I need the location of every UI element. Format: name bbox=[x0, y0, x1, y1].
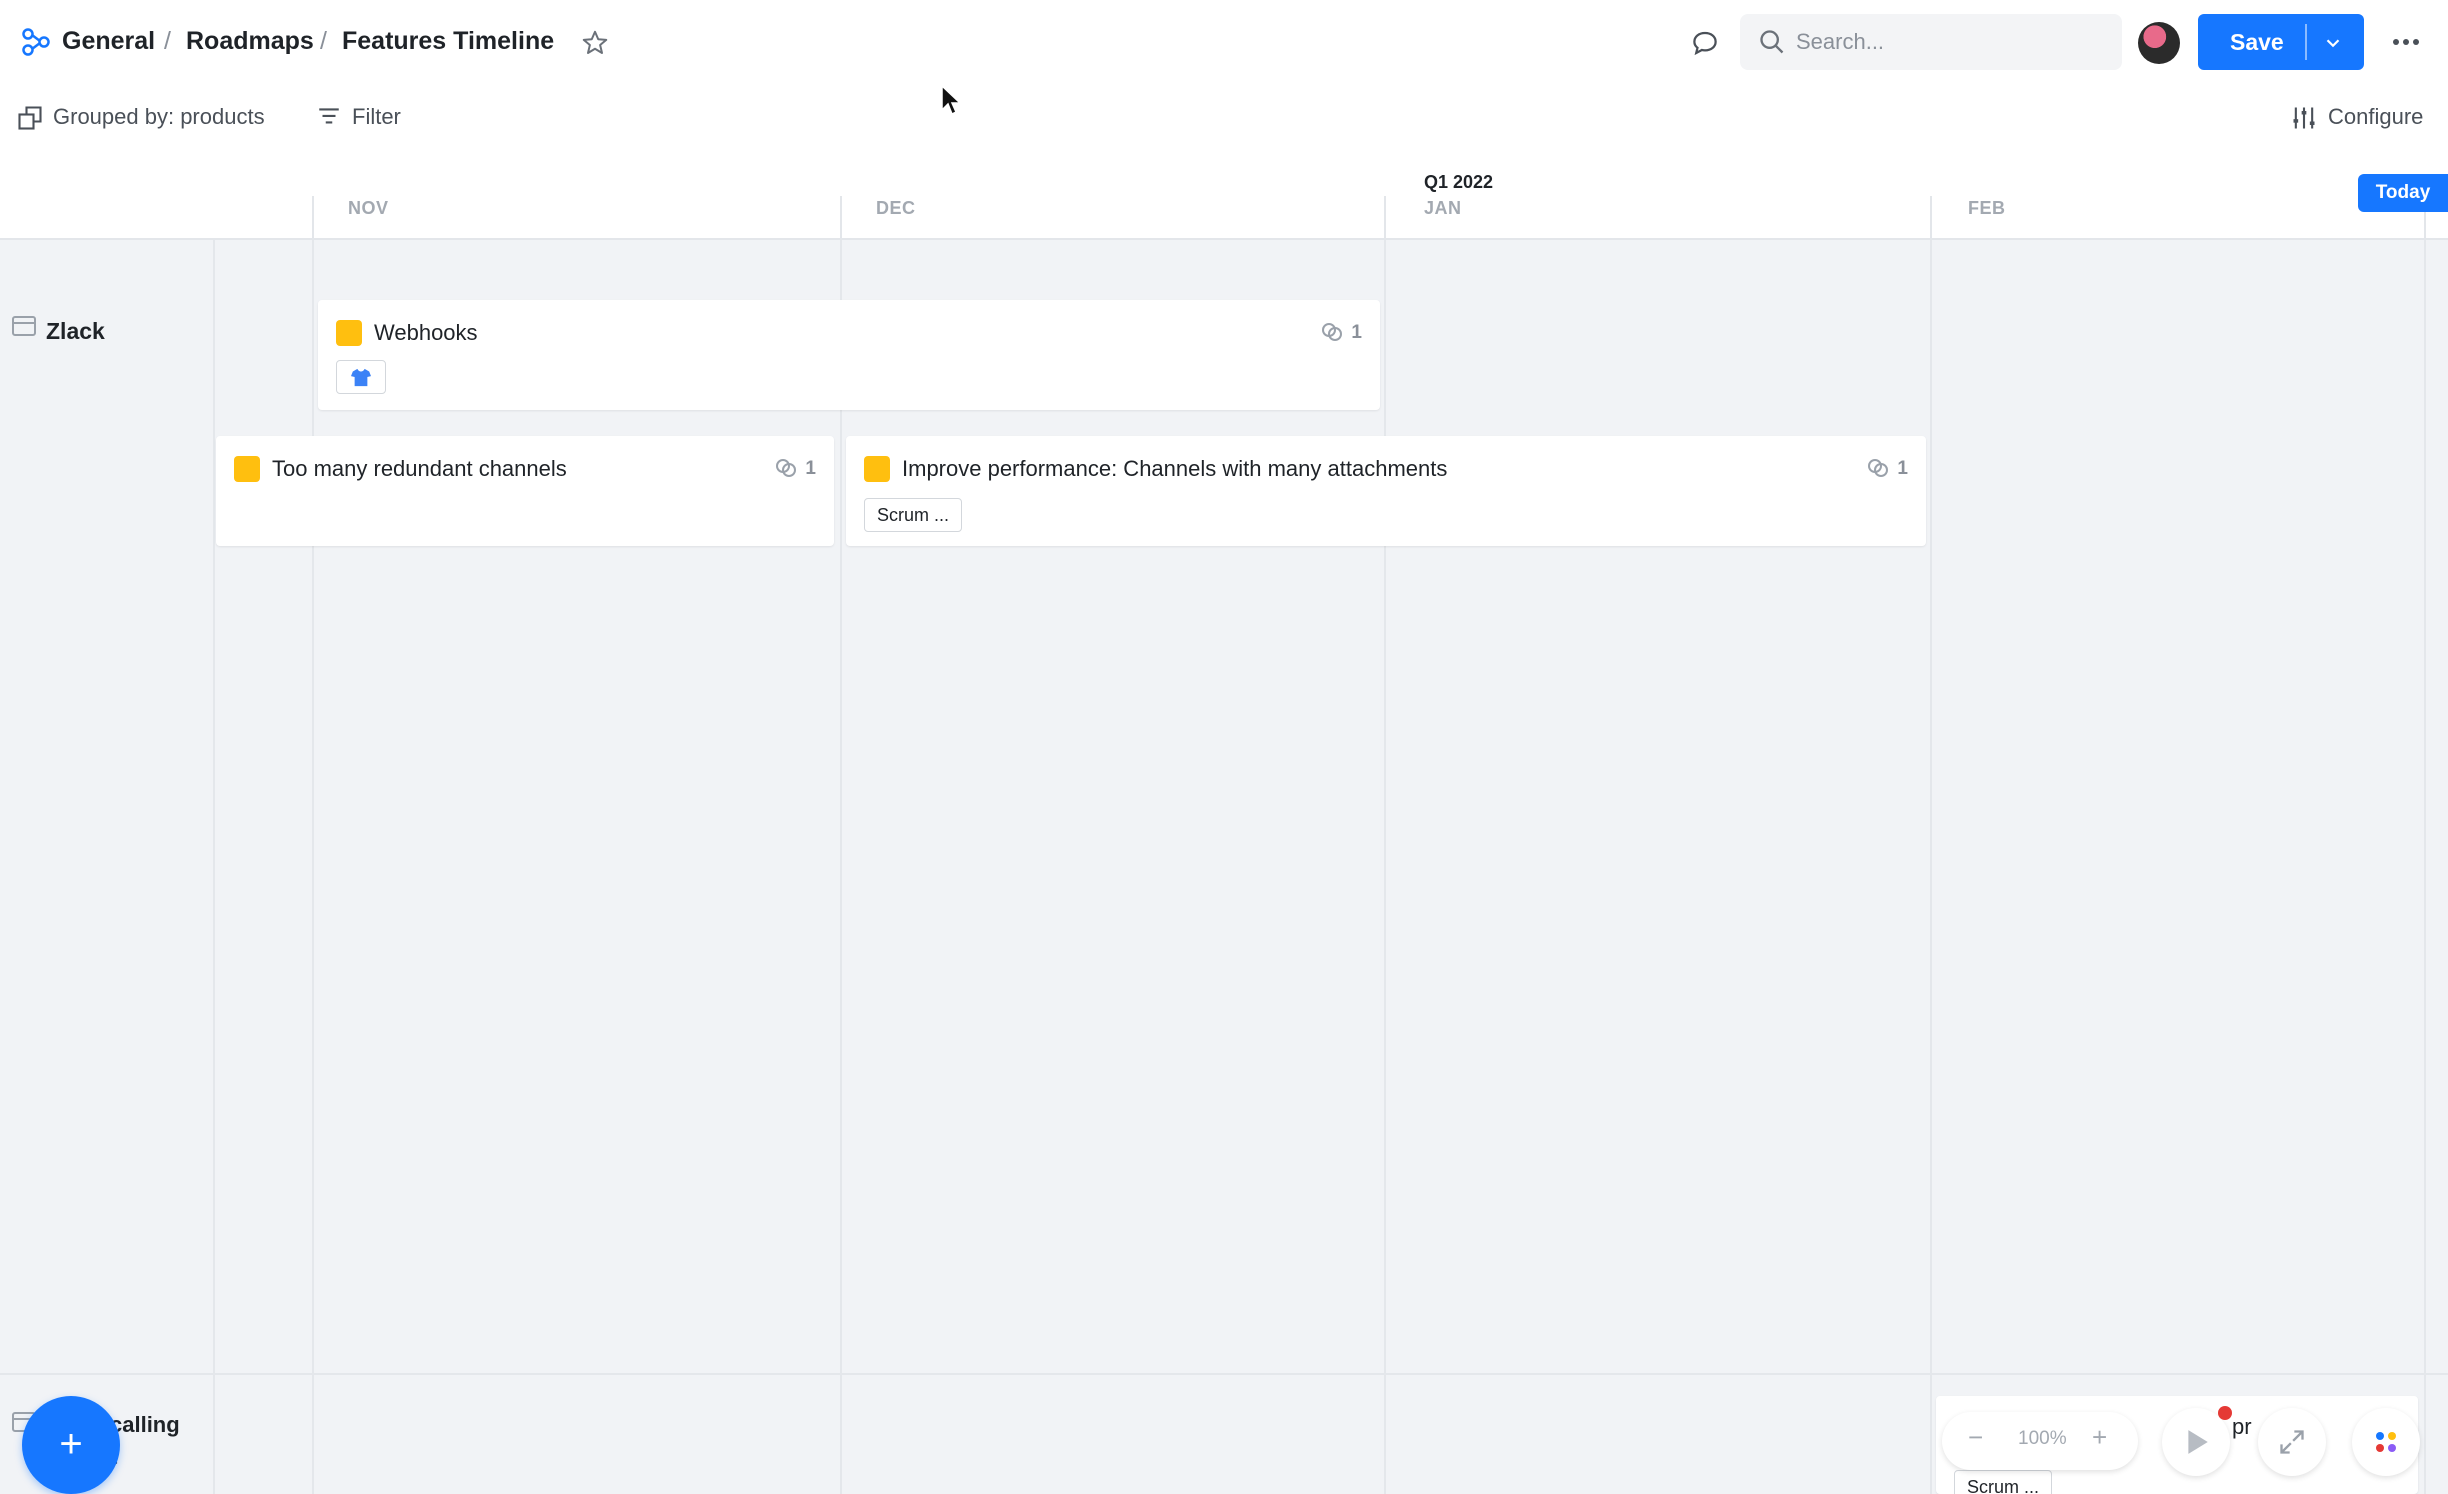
month-label-nov: NOV bbox=[348, 198, 389, 218]
zoom-out-button[interactable]: − bbox=[1968, 1422, 1983, 1453]
filter-button[interactable]: Filter bbox=[352, 104, 401, 130]
card-title: Improve performance: Channels with many … bbox=[902, 456, 1448, 481]
grid-line bbox=[2424, 240, 2426, 1494]
link-icon bbox=[776, 459, 796, 477]
tag-chip[interactable]: Scrum ... bbox=[864, 498, 963, 532]
month-label-feb: FEB bbox=[1968, 198, 2006, 218]
group-column-divider bbox=[213, 240, 215, 1494]
timeline-grid: Zlack Webhooks 1 Too many redundant chan… bbox=[0, 240, 2448, 1494]
group-divider bbox=[0, 1373, 2448, 1375]
status-indicator bbox=[336, 320, 362, 346]
search-input[interactable]: Search... bbox=[1740, 14, 2122, 70]
page-title: Features Timeline bbox=[342, 27, 555, 55]
tag-chip[interactable] bbox=[336, 360, 386, 394]
grouped-by-button[interactable]: Grouped by: products bbox=[53, 104, 265, 130]
breadcrumb-separator: / bbox=[164, 27, 171, 55]
quarter-label: Q1 2022 bbox=[1424, 172, 1494, 192]
status-indicator bbox=[864, 456, 890, 482]
card-title: Too many redundant channels bbox=[272, 456, 567, 481]
breadcrumb-general[interactable]: General bbox=[62, 27, 155, 56]
month-divider bbox=[312, 196, 314, 240]
configure-button[interactable]: Configure bbox=[2328, 104, 2423, 130]
month-label-dec: DEC bbox=[876, 198, 916, 218]
status-indicator bbox=[234, 456, 260, 482]
feature-card-improve-performance[interactable]: Improve performance: Channels with many … bbox=[846, 436, 1926, 546]
search-icon bbox=[1760, 30, 1784, 54]
roadmap-logo-icon[interactable] bbox=[22, 28, 50, 56]
mouse-cursor-icon bbox=[941, 84, 962, 116]
month-divider bbox=[1930, 196, 1932, 240]
grid-line bbox=[312, 240, 314, 1494]
card-title-fragment: pr bbox=[2232, 1414, 2252, 1439]
month-divider bbox=[1384, 196, 1386, 240]
grid-line bbox=[1930, 240, 1932, 1494]
tag-chip[interactable]: Scrum ... bbox=[1954, 1470, 2053, 1494]
zoom-control: − 100% + bbox=[1942, 1412, 2138, 1470]
link-icon bbox=[1868, 459, 1888, 477]
apps-button[interactable] bbox=[2352, 1408, 2420, 1476]
card-title: Webhooks bbox=[374, 320, 478, 345]
notification-dot bbox=[2218, 1406, 2232, 1420]
top-bar: General / Roadmaps / Features Timeline S… bbox=[0, 0, 2448, 84]
product-icon bbox=[12, 316, 36, 336]
star-icon[interactable] bbox=[580, 28, 610, 58]
month-divider bbox=[840, 196, 842, 240]
present-button[interactable] bbox=[2162, 1406, 2232, 1476]
group-label-zlack[interactable]: Zlack bbox=[46, 318, 105, 345]
configure-sliders-icon[interactable] bbox=[2290, 104, 2318, 132]
link-count: 1 bbox=[1897, 458, 1908, 479]
grid-line bbox=[1384, 240, 1386, 1494]
filter-icon[interactable] bbox=[316, 104, 342, 130]
apps-grid-icon bbox=[2376, 1432, 2396, 1452]
fullscreen-button[interactable] bbox=[2258, 1408, 2326, 1476]
feature-card-redundant-channels[interactable]: Too many redundant channels 1 bbox=[216, 436, 834, 546]
add-item-button[interactable]: + bbox=[22, 1396, 120, 1494]
save-button[interactable]: Save bbox=[2198, 14, 2364, 70]
save-button-label: Save bbox=[2230, 29, 2284, 55]
link-count: 1 bbox=[805, 458, 816, 479]
save-button-divider bbox=[2305, 24, 2307, 60]
avatar[interactable] bbox=[2138, 22, 2180, 64]
zoom-level: 100% bbox=[2018, 1428, 2067, 1449]
link-count: 1 bbox=[1351, 322, 1362, 343]
breadcrumb-separator: / bbox=[320, 27, 327, 55]
more-options-icon[interactable] bbox=[2390, 30, 2422, 54]
timeline-header: NOV DEC Q1 2022 JAN FEB Today bbox=[0, 150, 2448, 240]
comment-icon[interactable] bbox=[1690, 28, 1720, 58]
feature-card-webhooks[interactable]: Webhooks 1 bbox=[318, 300, 1380, 410]
group-label-partial[interactable]: calling bbox=[110, 1412, 180, 1438]
month-label-jan: JAN bbox=[1424, 198, 1462, 218]
chevron-down-icon[interactable] bbox=[2322, 32, 2344, 54]
breadcrumb-roadmaps[interactable]: Roadmaps bbox=[186, 27, 314, 56]
shirt-icon bbox=[351, 368, 371, 387]
search-placeholder: Search... bbox=[1796, 29, 1885, 54]
group-by-icon[interactable] bbox=[16, 104, 44, 132]
grid-line bbox=[840, 240, 842, 1494]
today-button[interactable]: Today bbox=[2358, 174, 2448, 212]
link-icon bbox=[1322, 323, 1342, 341]
expand-icon bbox=[2280, 1430, 2304, 1454]
play-icon bbox=[2188, 1430, 2208, 1454]
zoom-in-button[interactable]: + bbox=[2092, 1422, 2107, 1453]
